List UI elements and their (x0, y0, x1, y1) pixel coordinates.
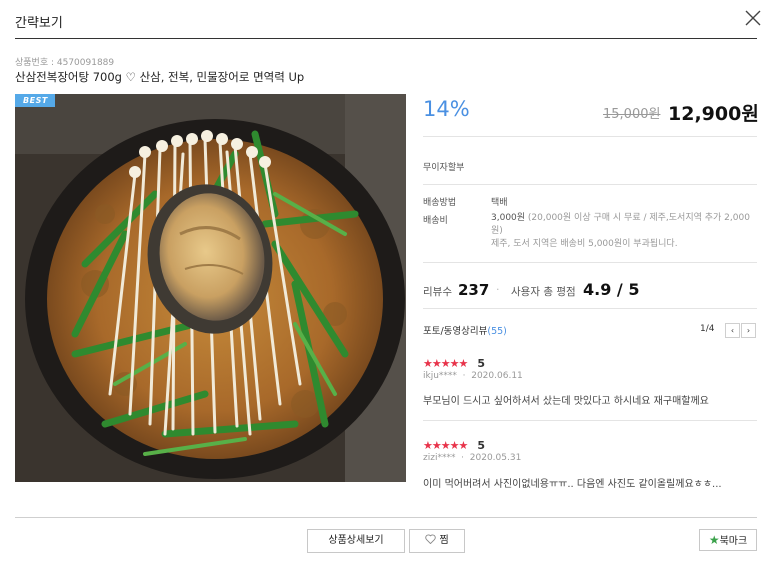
review-item: ★★★★★ 5 (423, 352, 485, 371)
review-date: 2020.06.11 (471, 371, 523, 381)
review-text: 부모님이 드시고 싶어하셔서 샀는데 맛있다고 하시네요 재구매할께요 (423, 396, 709, 407)
discount-rate: 14% (423, 97, 470, 121)
product-detail-button[interactable]: 상품상세보기 (307, 529, 405, 553)
dialog-title: 간략보기 (15, 16, 63, 31)
chevron-left-icon[interactable]: ‹ (725, 323, 740, 338)
separator-dot: · (496, 283, 500, 296)
star-rating-icon: ★★★★★ (423, 357, 468, 370)
shipping-fee-amount: 3,000원 (491, 213, 526, 223)
product-id: 상품번호 : 4570091889 (15, 58, 115, 68)
review-score: 5 (477, 439, 486, 452)
rating-value: 4.9 / 5 (583, 280, 639, 299)
divider (423, 184, 757, 185)
shipping-method-label: 배송방법 (423, 198, 457, 208)
bookmark-button[interactable]: ★북마크 (699, 529, 757, 551)
review-count: 237 (458, 281, 490, 299)
rating-max: / 5 (616, 280, 640, 299)
photo-review-count: (55) (487, 326, 507, 337)
shipping-method-value: 택배 (491, 198, 508, 208)
review-count-label: 리뷰수 (423, 286, 452, 298)
divider (423, 308, 757, 309)
product-image (15, 94, 406, 482)
original-price: 15,000원 (603, 107, 661, 122)
wish-button-label: 찜 (439, 535, 449, 546)
product-name: 산삼전복장어탕 700g ♡ 산삼, 전복, 민물장어로 면역력 Up (15, 70, 305, 84)
review-meta: zizi**** · 2020.05.31 (423, 453, 522, 463)
divider (423, 420, 757, 421)
chevron-right-icon[interactable]: › (741, 323, 756, 338)
star-rating-icon: ★★★★★ (423, 439, 468, 452)
star-icon: ★ (708, 533, 720, 547)
rating-score: 4.9 (583, 280, 612, 299)
review-pager: 1/4 (700, 324, 715, 334)
review-score: 5 (477, 357, 486, 370)
photo-review-link[interactable]: 포토/동영상리뷰(55) (423, 323, 507, 337)
review-user: zizi**** (423, 453, 456, 463)
bookmark-button-label: 북마크 (719, 536, 748, 547)
review-meta: ikju**** · 2020.06.11 (423, 371, 523, 381)
close-icon[interactable] (744, 9, 762, 27)
sale-price: 12,900원 (668, 103, 759, 125)
wish-button[interactable]: 찜 (409, 529, 465, 553)
shipping-fee-label: 배송비 (423, 216, 448, 226)
island-shipping-note: 제주, 도서 지역은 배송비 5,000원이 부과됩니다. (491, 239, 678, 249)
heart-icon (425, 534, 436, 546)
best-badge: BEST (15, 94, 55, 107)
review-text: 이미 먹어버려서 사진이없네용ㅠㅠ.. 다음엔 사진도 같이올릴께요ㅎㅎ... (423, 479, 722, 490)
review-date: 2020.05.31 (469, 453, 522, 463)
review-item: ★★★★★ 5 (423, 434, 485, 453)
shipping-fee-value: 3,000원 (20,000원 이상 구매 시 무료 / 제주,도서지역 추가 … (491, 212, 751, 238)
footer-divider (15, 517, 757, 518)
rating-label: 사용자 총 평점 (511, 286, 576, 298)
photo-review-label: 포토/동영상리뷰 (423, 326, 488, 337)
divider (423, 262, 757, 263)
divider (423, 136, 757, 137)
shipping-fee-condition: (20,000원 이상 구매 시 무료 / 제주,도서지역 추가 2,000원) (491, 213, 750, 236)
interest-free-label: 무이자할부 (423, 163, 465, 173)
header-divider (15, 38, 757, 39)
review-user: ikju**** (423, 371, 457, 381)
